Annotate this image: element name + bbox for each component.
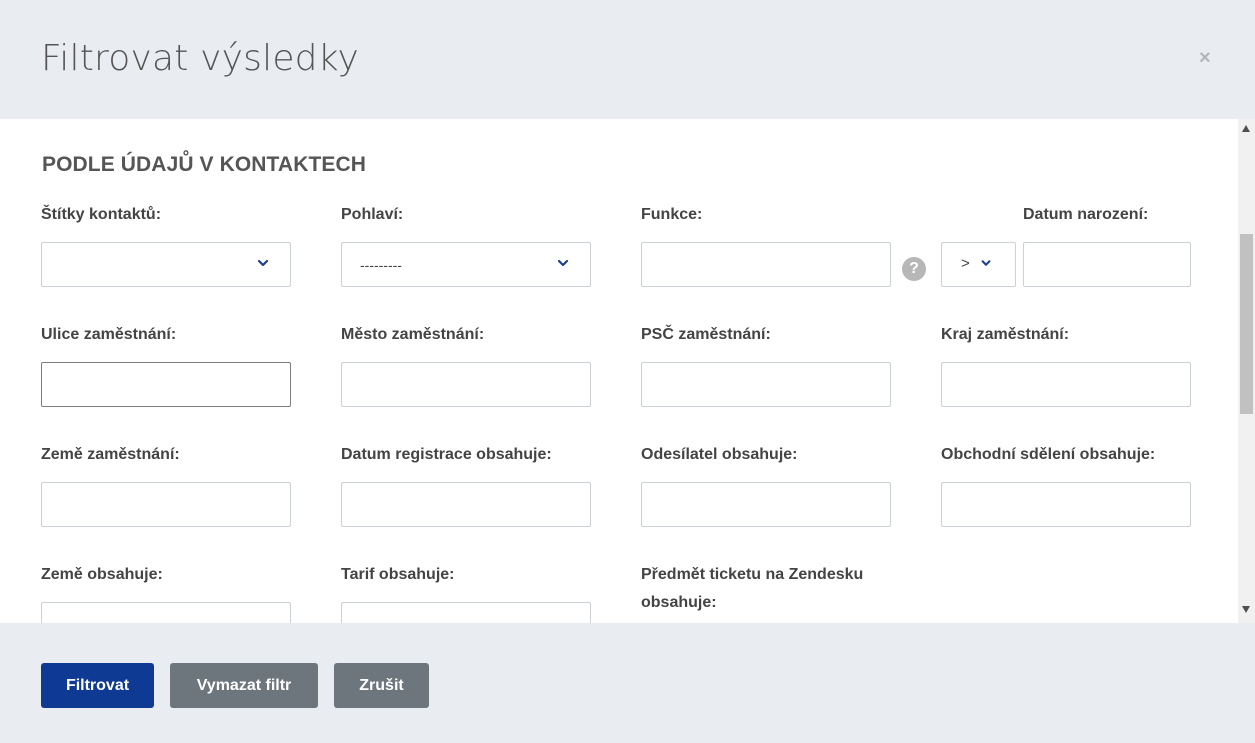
gender-label: Pohlaví:: [341, 206, 404, 223]
scrollbar-thumb[interactable]: [1240, 234, 1253, 414]
section-title: PODLE ÚDAJŮ V KONTAKTECH: [42, 153, 367, 176]
registration-date-label: Datum registrace obsahuje:: [341, 446, 552, 463]
chevron-down-icon: [556, 256, 570, 270]
function-label: Funkce:: [641, 206, 703, 223]
zendesk-subject-label-line1: Předmět ticketu na Zendesku: [641, 566, 864, 583]
birth-date-operator-value: >: [961, 255, 970, 272]
employment-zip-input[interactable]: [641, 362, 891, 407]
employment-street-input[interactable]: [41, 362, 291, 407]
birth-date-operator-select[interactable]: >: [941, 242, 1016, 287]
zendesk-subject-label-line2: obsahuje:: [641, 594, 717, 611]
modal-title: Filtrovat výsledky: [41, 38, 360, 79]
sender-label: Odesílatel obsahuje:: [641, 446, 798, 463]
clear-filter-button[interactable]: Vymazat filtr: [170, 663, 318, 708]
cancel-button[interactable]: Zrušit: [334, 663, 429, 708]
modal-header: Filtrovat výsledky ×: [0, 0, 1255, 119]
employment-zip-label: PSČ zaměstnání:: [641, 326, 771, 343]
scroll-up-arrow-icon[interactable]: [1242, 125, 1250, 132]
country-label: Země obsahuje:: [41, 566, 163, 583]
birth-date-input[interactable]: [1023, 242, 1191, 287]
registration-date-input[interactable]: [341, 482, 591, 527]
gender-value: ---------: [360, 257, 402, 273]
modal-body: PODLE ÚDAJŮ V KONTAKTECH Štítky kontaktů…: [0, 119, 1255, 623]
employment-region-input[interactable]: [941, 362, 1191, 407]
chevron-down-icon: [980, 257, 992, 269]
birth-date-label: Datum narození:: [1023, 206, 1149, 223]
filter-button[interactable]: Filtrovat: [41, 663, 154, 708]
gender-select[interactable]: ---------: [341, 242, 591, 287]
country-input[interactable]: [41, 602, 291, 623]
tariff-input[interactable]: [341, 602, 591, 623]
marketing-message-label: Obchodní sdělení obsahuje:: [941, 446, 1156, 463]
employment-street-label: Ulice zaměstnání:: [41, 326, 177, 343]
tariff-label: Tarif obsahuje:: [341, 566, 455, 583]
chevron-down-icon: [256, 256, 270, 270]
help-icon[interactable]: ?: [902, 257, 926, 281]
scrollbar[interactable]: [1238, 119, 1255, 623]
marketing-message-input[interactable]: [941, 482, 1191, 527]
employment-region-label: Kraj zaměstnání:: [941, 326, 1070, 343]
function-input[interactable]: [641, 242, 891, 287]
contact-tags-select[interactable]: [41, 242, 291, 287]
modal-footer: Filtrovat Vymazat filtr Zrušit: [0, 623, 1255, 743]
close-icon[interactable]: ×: [1199, 46, 1211, 70]
sender-input[interactable]: [641, 482, 891, 527]
scroll-down-arrow-icon[interactable]: [1242, 606, 1250, 613]
contact-tags-label: Štítky kontaktů:: [41, 206, 162, 223]
employment-city-label: Město zaměstnání:: [341, 326, 485, 343]
employment-city-input[interactable]: [341, 362, 591, 407]
employment-country-input[interactable]: [41, 482, 291, 527]
employment-country-label: Země zaměstnání:: [41, 446, 180, 463]
